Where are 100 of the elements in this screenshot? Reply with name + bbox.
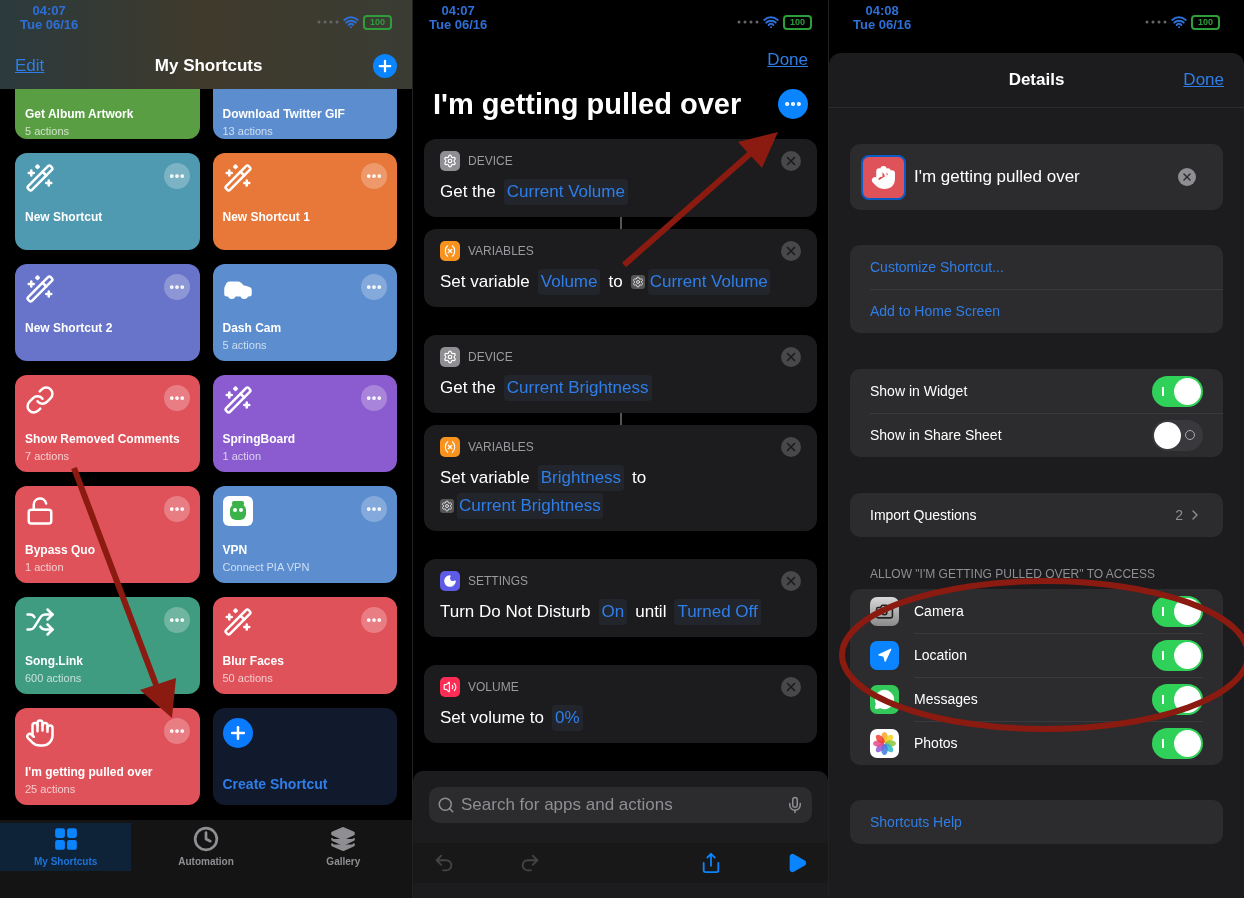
shortcut-card[interactable]: I'm getting pulled over 25 actions (15, 708, 200, 805)
action-card[interactable]: VOLUME Set volume to 0% (424, 664, 817, 743)
action-text: Set volume to (440, 706, 544, 729)
hand-icon[interactable] (861, 154, 906, 200)
plus-icon (222, 718, 253, 748)
tab[interactable]: Automation (137, 823, 275, 871)
action-category: SETTINGS (468, 572, 528, 590)
battery-level: 100 (1190, 14, 1220, 30)
more-button[interactable] (778, 89, 808, 120)
action-card[interactable]: VARIABLES Set variable Volume to Current Volume (424, 228, 817, 307)
shortcut-title: Song.Link (25, 653, 84, 670)
setting-label: Show in Widget (870, 381, 968, 401)
action-category: VOLUME (468, 678, 519, 696)
parameter-token[interactable]: Current Brightness (503, 374, 652, 401)
clear-button[interactable] (1178, 168, 1196, 186)
action-text: until (635, 600, 667, 623)
shortcut-card[interactable]: SpringBoard 1 action (212, 375, 397, 472)
link-icon (25, 385, 55, 415)
toggle-switch[interactable] (1152, 420, 1203, 451)
flower-app-icon (870, 728, 899, 758)
search-field[interactable]: Search for apps and actions (429, 786, 812, 823)
shortcut-title: Blur Faces (222, 653, 285, 670)
menu-link[interactable]: Add to Home Screen (870, 301, 1000, 322)
action-text: Set variable (440, 466, 530, 489)
remove-button[interactable] (781, 676, 801, 697)
wifi-icon (1170, 14, 1187, 30)
wifi-icon (342, 14, 359, 30)
shortcut-card[interactable]: Dash Cam 5 actions (212, 264, 397, 361)
shortcut-title: Create Shortcut (222, 776, 329, 793)
shortcut-card[interactable]: Get Album Artwork 5 actions (15, 89, 200, 139)
shortcut-title: New Shortcut 2 (25, 320, 114, 337)
shortcut-name-heading: I'm getting pulled over (433, 86, 742, 122)
parameter-token[interactable]: Volume (537, 268, 601, 295)
shortcut-card[interactable]: Song.Link 600 actions (15, 597, 200, 694)
toggle-switch[interactable] (1152, 640, 1203, 671)
create-shortcut-card[interactable]: Create Shortcut (212, 708, 397, 805)
toggle-switch[interactable] (1152, 375, 1203, 407)
parameter-token[interactable]: 0% (551, 704, 583, 731)
status-date: Tue 06/16 (429, 18, 488, 32)
import-questions-row[interactable]: Import Questions 2 (850, 493, 1223, 537)
remove-button[interactable] (781, 346, 801, 367)
signal-icon (316, 20, 339, 24)
battery-level: 100 (782, 14, 812, 30)
remove-button[interactable] (781, 570, 801, 591)
shortcut-card[interactable]: New Shortcut 1 (212, 153, 397, 250)
parameter-token[interactable]: Brightness (537, 464, 625, 491)
gear-icon (440, 498, 454, 513)
shortcut-title: Show Removed Comments (25, 431, 181, 448)
action-card[interactable]: DEVICE Get the Current Volume (424, 138, 817, 217)
shortcut-subtitle: 25 actions (25, 782, 77, 797)
share-icon[interactable] (700, 851, 722, 874)
name-field[interactable]: I'm getting pulled over (850, 144, 1223, 210)
action-category: VARIABLES (468, 242, 534, 260)
shortcut-card[interactable]: Bypass Quo 1 action (15, 486, 200, 583)
wand-icon (222, 163, 253, 193)
action-category: VARIABLES (468, 438, 534, 456)
shortcut-card[interactable]: Download Twitter GIF 13 actions (212, 89, 397, 139)
add-button[interactable] (373, 54, 397, 78)
shortcut-title: I'm getting pulled over (25, 764, 154, 781)
hand-icon (25, 718, 55, 748)
action-text: Get the (440, 376, 496, 399)
wand-icon (25, 163, 55, 193)
shortcut-card[interactable]: New Shortcut (15, 153, 200, 250)
remove-button[interactable] (781, 150, 801, 171)
status-time: 04:07 (441, 4, 475, 18)
toggle-switch[interactable] (1152, 728, 1203, 759)
parameter-token[interactable]: Turned Off (674, 598, 761, 625)
setting-label: Import Questions (870, 505, 977, 525)
shortcut-subtitle: 600 actions (25, 671, 83, 686)
tab[interactable]: Gallery (274, 823, 412, 871)
parameter-token[interactable]: On (598, 598, 628, 625)
shortcut-title: Dash Cam (222, 320, 283, 337)
edit-link[interactable]: Edit (15, 53, 45, 79)
battery-level: 100 (362, 14, 392, 30)
shortcut-card[interactable]: Blur Faces 50 actions (212, 597, 397, 694)
remove-button[interactable] (781, 240, 801, 261)
shortcut-card[interactable]: Show Removed Comments 7 actions (15, 375, 200, 472)
action-card[interactable]: VARIABLES Set variable Brightness to Current Brightness (424, 424, 817, 531)
action-card[interactable]: SETTINGS Turn Do Not Disturb On until Turned Off (424, 558, 817, 637)
done-link[interactable]: Done (767, 47, 808, 73)
wand-icon (222, 385, 253, 415)
signal-icon (736, 20, 759, 24)
parameter-token[interactable]: Current Volume (503, 178, 628, 205)
action-card[interactable]: DEVICE Get the Current Brightness (424, 334, 817, 413)
shortcut-card[interactable]: New Shortcut 2 (15, 264, 200, 361)
remove-button[interactable] (781, 436, 801, 457)
variable-token[interactable]: Current Volume (647, 268, 770, 295)
shortcut-subtitle: 5 actions (222, 338, 268, 353)
layers-icon (330, 825, 357, 852)
permission-label: Messages (914, 690, 978, 709)
shortcut-subtitle: 5 actions (25, 124, 71, 139)
tab[interactable]: My Shortcuts (0, 823, 132, 871)
microphone-icon[interactable] (786, 795, 804, 814)
status-date: Tue 06/16 (20, 18, 79, 32)
help-link[interactable]: Shortcuts Help (870, 811, 962, 833)
shortcut-title: Bypass Quo (25, 542, 97, 559)
done-link[interactable]: Done (1183, 67, 1224, 93)
menu-link[interactable]: Customize Shortcut... (870, 256, 1004, 278)
shortcut-card[interactable]: VPN Connect PIA VPN (212, 486, 397, 583)
variable-token[interactable]: Current Brightness (457, 492, 603, 519)
